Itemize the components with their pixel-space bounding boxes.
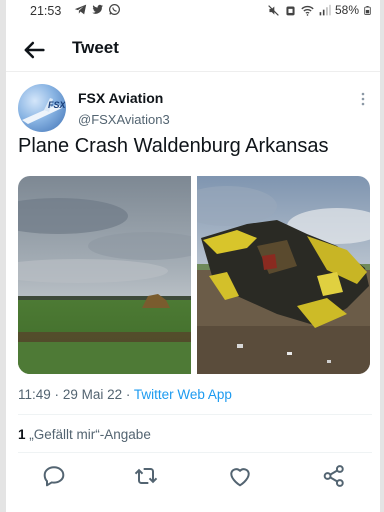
tweet-text: Plane Crash Waldenburg Arkansas — [18, 135, 329, 157]
app-bar: Tweet — [6, 28, 380, 72]
field-photo-image — [18, 176, 191, 374]
scrollbar[interactable] — [380, 0, 384, 512]
share-icon[interactable] — [320, 462, 348, 490]
back-arrow-icon[interactable] — [20, 36, 48, 64]
telegram-icon — [74, 4, 87, 15]
tweet-time: 11:49 — [18, 387, 51, 402]
photo-field-crash-site[interactable] — [18, 176, 191, 374]
reply-icon[interactable] — [40, 462, 68, 490]
twitter-icon — [92, 4, 104, 14]
status-bar: 21:53 58% — [6, 0, 380, 22]
signal-icon — [319, 4, 331, 15]
notification-icons — [74, 3, 121, 16]
author-name[interactable]: FSX Aviation — [78, 90, 163, 106]
meta-separator: · — [125, 387, 131, 402]
divider — [18, 452, 372, 453]
like-icon[interactable] — [226, 462, 254, 490]
avatar[interactable]: FSX — [18, 84, 66, 132]
photo-wreckage[interactable] — [197, 176, 370, 374]
status-time: 21:53 — [30, 4, 62, 18]
meta-separator: · — [54, 387, 60, 402]
tweet-actions — [6, 462, 380, 492]
likes-number: 1 — [18, 427, 26, 442]
wifi-icon — [301, 5, 314, 16]
likes-count[interactable]: 1 „Gefällt mir“-Angabe — [18, 427, 151, 442]
page-title: Tweet — [72, 38, 119, 57]
whatsapp-icon — [109, 4, 120, 15]
avatar-image: FSX — [22, 98, 66, 124]
battery-icon — [364, 5, 371, 15]
author-handle[interactable]: @FSXAviation3 — [78, 112, 170, 127]
system-icons: 58% — [267, 3, 372, 17]
tweet-date: 29 Mai 22 — [62, 387, 123, 402]
tweet-source-link[interactable]: Twitter Web App — [134, 387, 232, 402]
wreckage-photo-image — [197, 176, 370, 374]
more-options-icon[interactable] — [356, 90, 370, 108]
alarm-icon — [286, 5, 295, 15]
retweet-icon[interactable] — [132, 462, 160, 490]
tweet-media[interactable] — [18, 176, 370, 374]
likes-label: „Gefällt mir“-Angabe — [29, 427, 151, 442]
battery-percent: 58% — [334, 3, 359, 17]
divider — [18, 414, 372, 415]
tweet-timestamp: 11:49 · 29 Mai 22 · Twitter Web App — [18, 387, 232, 402]
avatar-text: FSX — [48, 100, 66, 110]
screen: 21:53 58% Tweet FSX FSX Aviation @FSXAvi… — [6, 0, 380, 512]
mute-icon — [268, 4, 279, 16]
